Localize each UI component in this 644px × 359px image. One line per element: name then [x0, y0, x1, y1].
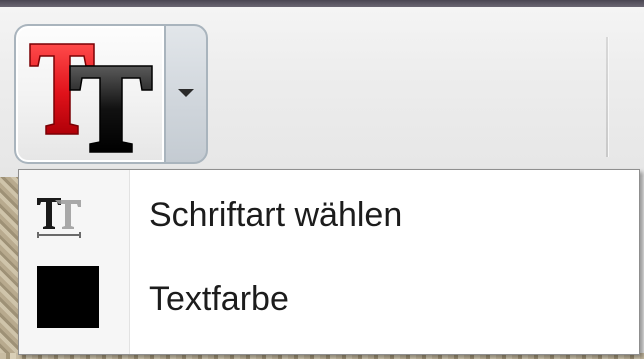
text-style-dropdown-menu: Schriftart wählen Textfarbe: [18, 169, 640, 355]
background-texture: [0, 177, 18, 359]
menu-item-text-color[interactable]: Textfarbe: [19, 260, 639, 342]
color-swatch-icon: [37, 266, 99, 328]
menu-item-font[interactable]: Schriftart wählen: [19, 176, 639, 258]
text-color-font-icon: [29, 43, 153, 153]
toolbar-separator: [606, 37, 609, 157]
text-style-split-button: [14, 24, 208, 164]
text-style-button[interactable]: [14, 24, 164, 164]
menu-item-label: Schriftart wählen: [149, 196, 403, 234]
menu-item-label: Textfarbe: [149, 280, 289, 318]
font-style-icon: [37, 198, 81, 238]
text-style-dropdown-button[interactable]: [164, 24, 208, 164]
window-top-border: [0, 0, 644, 7]
chevron-down-icon: [178, 89, 194, 97]
